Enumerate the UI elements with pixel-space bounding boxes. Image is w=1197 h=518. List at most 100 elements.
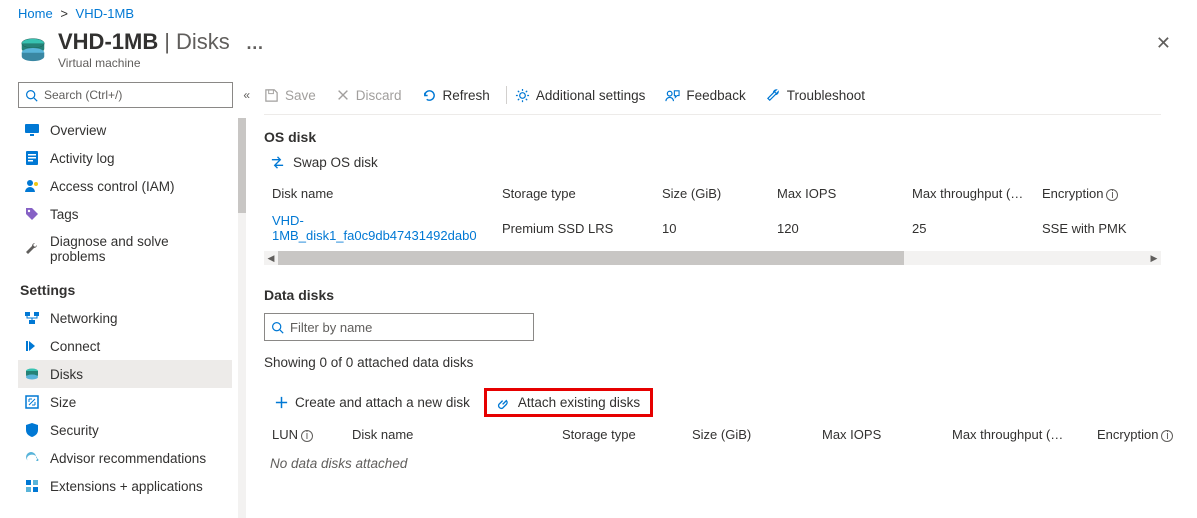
network-icon	[24, 310, 40, 326]
sidebar-search-input[interactable]: Search (Ctrl+/)	[18, 82, 233, 108]
col-encryption[interactable]: Encryptioni	[1034, 180, 1164, 207]
breadcrumb: Home > VHD-1MB	[0, 0, 1197, 27]
nav-list-top: Overview Activity log Access control (IA…	[18, 116, 250, 270]
sidebar-item-label: Networking	[50, 311, 118, 326]
feedback-button[interactable]: Feedback	[665, 88, 745, 103]
os-disk-throughput: 25	[904, 207, 1034, 249]
os-disk-heading: OS disk	[264, 129, 1197, 145]
sidebar-item-label: Diagnose and solve problems	[50, 234, 226, 264]
sidebar-item-activity-log[interactable]: Activity log	[18, 144, 232, 172]
filter-by-name-input[interactable]: Filter by name	[264, 313, 534, 341]
resource-name: VHD-1MB	[58, 29, 158, 55]
collapse-sidebar-button[interactable]: «	[243, 88, 250, 102]
no-data-disks-label: No data disks attached	[264, 448, 1197, 479]
monitor-icon	[24, 122, 40, 138]
attach-existing-disks-button[interactable]: Attach existing disks	[484, 388, 653, 417]
col-max-throughput[interactable]: Max throughput (…	[904, 180, 1034, 207]
col-dd-size[interactable]: Size (GiB)	[684, 421, 814, 448]
col-max-iops[interactable]: Max IOPS	[769, 180, 904, 207]
sidebar-item-label: Advisor recommendations	[50, 451, 206, 466]
discard-button[interactable]: Discard	[336, 88, 402, 103]
os-disk-encryption: SSE with PMK	[1034, 207, 1164, 249]
save-label: Save	[285, 88, 316, 103]
refresh-button[interactable]: Refresh	[422, 88, 490, 103]
filter-placeholder: Filter by name	[290, 320, 372, 335]
col-lun[interactable]: LUNi	[264, 421, 344, 448]
col-dd-iops[interactable]: Max IOPS	[814, 421, 944, 448]
gear-icon	[515, 88, 530, 103]
col-storage-type[interactable]: Storage type	[494, 180, 654, 207]
additional-settings-button[interactable]: Additional settings	[515, 88, 646, 103]
sidebar-item-networking[interactable]: Networking	[18, 304, 232, 332]
data-disks-table: LUNi Disk name Storage type Size (GiB) M…	[264, 421, 1197, 448]
data-disks-heading: Data disks	[264, 287, 1197, 303]
col-size[interactable]: Size (GiB)	[654, 180, 769, 207]
more-actions-button[interactable]: …	[246, 33, 264, 54]
create-attach-label: Create and attach a new disk	[295, 395, 470, 410]
attach-icon	[497, 395, 512, 410]
swap-icon	[270, 155, 285, 170]
col-dd-name[interactable]: Disk name	[344, 421, 554, 448]
sidebar-item-overview[interactable]: Overview	[18, 116, 232, 144]
sidebar-item-label: Connect	[50, 339, 100, 354]
breadcrumb-home[interactable]: Home	[18, 6, 53, 21]
sidebar-item-connect[interactable]: Connect	[18, 332, 232, 360]
info-icon[interactable]: i	[301, 430, 313, 442]
sidebar-item-size[interactable]: Size	[18, 388, 232, 416]
sidebar-item-label: Extensions + applications	[50, 479, 203, 494]
scroll-left-icon[interactable]: ◀	[264, 251, 278, 265]
scroll-right-icon[interactable]: ▶	[1147, 251, 1161, 265]
tag-icon	[24, 206, 40, 222]
os-disk-iops: 120	[769, 207, 904, 249]
swap-os-disk-label: Swap OS disk	[293, 155, 378, 170]
col-dd-storage[interactable]: Storage type	[554, 421, 684, 448]
info-icon[interactable]: i	[1161, 430, 1173, 442]
save-icon	[264, 88, 279, 103]
search-icon	[25, 89, 38, 102]
sidebar-item-label: Overview	[50, 123, 106, 138]
resource-type-label: Virtual machine	[58, 56, 1179, 70]
col-dd-encryption[interactable]: Encryptioni	[1089, 421, 1197, 448]
search-icon	[271, 321, 284, 334]
feedback-label: Feedback	[686, 88, 745, 103]
create-attach-disk-button[interactable]: Create and attach a new disk	[264, 391, 480, 414]
shield-icon	[24, 422, 40, 438]
sidebar-item-diagnose[interactable]: Diagnose and solve problems	[18, 228, 232, 270]
swap-os-disk-button[interactable]: Swap OS disk	[270, 155, 1197, 170]
troubleshoot-label: Troubleshoot	[787, 88, 865, 103]
breadcrumb-separator: >	[60, 6, 68, 21]
additional-settings-label: Additional settings	[536, 88, 646, 103]
os-disk-row: VHD-1MB_disk1_fa0c9db47431492dab0 Premiu…	[264, 207, 1164, 249]
info-icon[interactable]: i	[1106, 189, 1118, 201]
sidebar-item-advisor[interactable]: Advisor recommendations	[18, 444, 232, 472]
sidebar-item-label: Tags	[50, 207, 79, 222]
save-button[interactable]: Save	[264, 88, 316, 103]
extensions-icon	[24, 478, 40, 494]
breadcrumb-current[interactable]: VHD-1MB	[76, 6, 135, 21]
sidebar-item-security[interactable]: Security	[18, 416, 232, 444]
toolbar: Save Discard Refresh Additional settings…	[264, 82, 1161, 115]
sidebar-item-extensions[interactable]: Extensions + applications	[18, 472, 232, 500]
refresh-label: Refresh	[443, 88, 490, 103]
troubleshoot-button[interactable]: Troubleshoot	[766, 88, 865, 103]
sidebar-item-access-control[interactable]: Access control (IAM)	[18, 172, 232, 200]
sidebar-item-tags[interactable]: Tags	[18, 200, 232, 228]
sidebar-scrollbar[interactable]	[238, 118, 246, 518]
sidebar-item-label: Access control (IAM)	[50, 179, 175, 194]
search-placeholder: Search (Ctrl+/)	[44, 88, 122, 102]
os-disk-name-link[interactable]: VHD-1MB_disk1_fa0c9db47431492dab0	[264, 207, 494, 249]
attach-existing-label: Attach existing disks	[518, 395, 640, 410]
sidebar-item-label: Security	[50, 423, 99, 438]
discard-label: Discard	[356, 88, 402, 103]
log-icon	[24, 150, 40, 166]
disks-icon	[24, 366, 40, 382]
sidebar-section-settings: Settings	[18, 270, 250, 304]
col-disk-name[interactable]: Disk name	[264, 180, 494, 207]
feedback-icon	[665, 88, 680, 103]
sidebar-item-label: Disks	[50, 367, 83, 382]
os-disk-hscrollbar[interactable]: ◀ ▶	[264, 251, 1161, 265]
col-dd-throughput[interactable]: Max throughput (…	[944, 421, 1089, 448]
toolbar-separator	[506, 86, 507, 104]
sidebar-item-disks[interactable]: Disks	[18, 360, 232, 388]
close-button[interactable]: ✕	[1156, 33, 1171, 54]
